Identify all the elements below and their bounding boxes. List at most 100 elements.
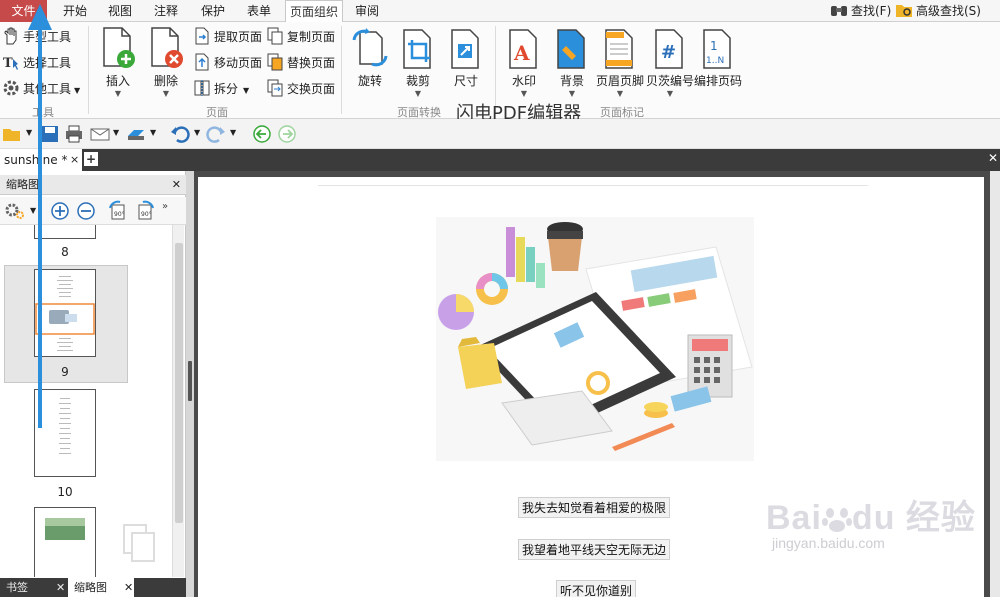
save-icon[interactable] [40,124,60,144]
replace-page-button[interactable]: 替换页面 [266,52,335,74]
pages-watermark-icon [123,524,155,562]
page-insert-icon [103,27,135,68]
background-icon [557,29,585,69]
page-illustration [436,217,754,461]
menu-tab-home[interactable]: 开始 [56,0,94,22]
print-icon[interactable] [64,124,84,144]
rotate-left-icon[interactable]: 90° [107,200,129,222]
menu-tab-view[interactable]: 视图 [101,0,139,22]
thumbnail-number: 9 [61,365,69,379]
menu-tab-comment[interactable]: 注释 [147,0,185,22]
rotate-right-icon[interactable]: 90° [134,200,156,222]
thumbnail-page-10[interactable] [34,389,96,477]
chevron-down-icon: ▼ [666,89,674,98]
swap-page-button[interactable]: 交换页面 [266,78,335,100]
delete-button[interactable]: 删除 ▼ [142,26,190,99]
gear-icon [3,80,19,96]
insert-button[interactable]: 插入 ▼ [94,26,142,99]
chevron-down-icon[interactable]: ▼ [26,128,32,137]
close-icon[interactable]: ✕ [988,151,998,165]
panel-splitter[interactable] [186,171,194,597]
resize-icon [451,29,479,69]
other-tools-button[interactable]: 其他工具 ▼ [2,78,80,100]
select-tool-button[interactable]: T 选择工具 [2,52,71,74]
email-icon[interactable] [90,124,110,144]
svg-text:1..N: 1..N [706,56,724,66]
move-page-button[interactable]: 移动页面 [193,52,262,74]
close-icon[interactable]: × [70,149,79,171]
crop-icon [403,29,431,69]
extract-page-label: 提取页面 [214,30,263,44]
text-select-icon: T [3,56,18,71]
bates-number-button[interactable]: # 贝茨编号 ▼ [646,26,694,99]
document-tab-label: sunshine * [4,153,68,167]
tab-thumbnails[interactable]: 缩略图 ✕ [68,578,134,597]
chevron-down-icon[interactable]: ▼ [30,206,36,215]
document-scrollbar[interactable] [990,171,1000,597]
thumbnail-scrollbar[interactable] [172,225,184,577]
page-delete-icon [151,27,183,68]
header-footer-label: 页眉页脚 [596,74,645,88]
menu-tab-form[interactable]: 表单 [240,0,278,22]
find-button[interactable]: 查找(F) [830,0,891,22]
close-icon[interactable]: ✕ [172,175,181,195]
extract-page-button[interactable]: 提取页面 [193,26,262,48]
menu-tab-protect[interactable]: 保护 [194,0,232,22]
more-chevron-icon[interactable]: » [162,201,168,212]
panel-bottom-tabs: 书签 ✕ 缩略图 ✕ [0,578,186,597]
hand-tool-label: 手型工具 [23,30,72,44]
back-arrow-icon[interactable] [252,124,272,144]
hand-tool-button[interactable]: 手型工具 [2,26,71,48]
thumbnail-number: 10 [57,485,73,499]
forward-arrow-icon[interactable] [277,124,297,144]
thumbnail-number: 8 [61,245,69,259]
watermark-label: 水印 [511,74,536,88]
size-button[interactable]: 尺寸 [442,26,490,89]
document-tab-sunshine[interactable]: sunshine * × [0,149,82,171]
zoom-in-icon[interactable] [50,201,70,221]
thumbnail-page-11[interactable] [34,507,96,577]
rotate-button[interactable]: 旋转 [346,26,394,89]
delete-label: 删除 [153,74,178,88]
undo-icon[interactable] [170,124,190,144]
thumbnail-page-8[interactable] [34,225,96,239]
page-number-button[interactable]: 1 1..N 编排页码 [694,26,742,89]
background-button[interactable]: 背景 ▼ [548,26,596,99]
chevron-down-icon[interactable]: ▼ [194,128,200,137]
open-folder-icon[interactable] [2,124,22,144]
new-tab-button[interactable]: + [84,152,98,166]
folder-search-icon [896,5,912,17]
redo-icon[interactable] [206,124,226,144]
quick-access-toolbar: ▼ ▼ ▼ ▼ ▼ [0,119,1000,149]
header-footer-button[interactable]: 页眉页脚 ▼ [596,26,644,99]
baidu-watermark: Bai du 经验 jingyan.baidu.com [766,490,976,551]
svg-text:#: # [661,42,676,63]
watermark-button[interactable]: A 水印 ▼ [500,26,548,99]
chevron-down-icon[interactable]: ▼ [150,128,156,137]
menu-tab-review[interactable]: 审阅 [348,0,386,22]
scrollbar-thumb[interactable] [175,243,183,523]
splitter-grip[interactable] [188,361,192,401]
tab-bookmarks[interactable]: 书签 ✕ [0,578,66,597]
split-button[interactable]: 拆分 ▼ [193,78,249,100]
zoom-out-icon[interactable] [76,201,96,221]
options-gear-icon[interactable] [4,201,26,221]
close-icon[interactable]: ✕ [56,578,65,597]
scan-icon[interactable] [126,124,146,144]
page-replace-icon [267,53,283,71]
page-swap-icon [267,79,283,97]
chevron-down-icon[interactable]: ▼ [113,128,119,137]
advanced-find-button[interactable]: 高级查找(S) [895,0,981,22]
menu-tab-page-organize[interactable]: 页面组织 [285,0,343,23]
crop-button[interactable]: 裁剪 ▼ [394,26,442,99]
chevron-down-icon[interactable]: ▼ [230,128,236,137]
svg-text:1: 1 [710,39,718,53]
thumbnail-page-9[interactable] [34,269,96,357]
menu-file[interactable]: 文件 [0,0,47,22]
svg-text:T: T [3,56,13,71]
chevron-down-icon: ▼ [616,89,624,98]
thumbnail-content [35,276,95,351]
copy-page-button[interactable]: 复制页面 [266,26,335,48]
hash-page-icon: # [655,29,683,69]
close-icon[interactable]: ✕ [124,578,133,597]
